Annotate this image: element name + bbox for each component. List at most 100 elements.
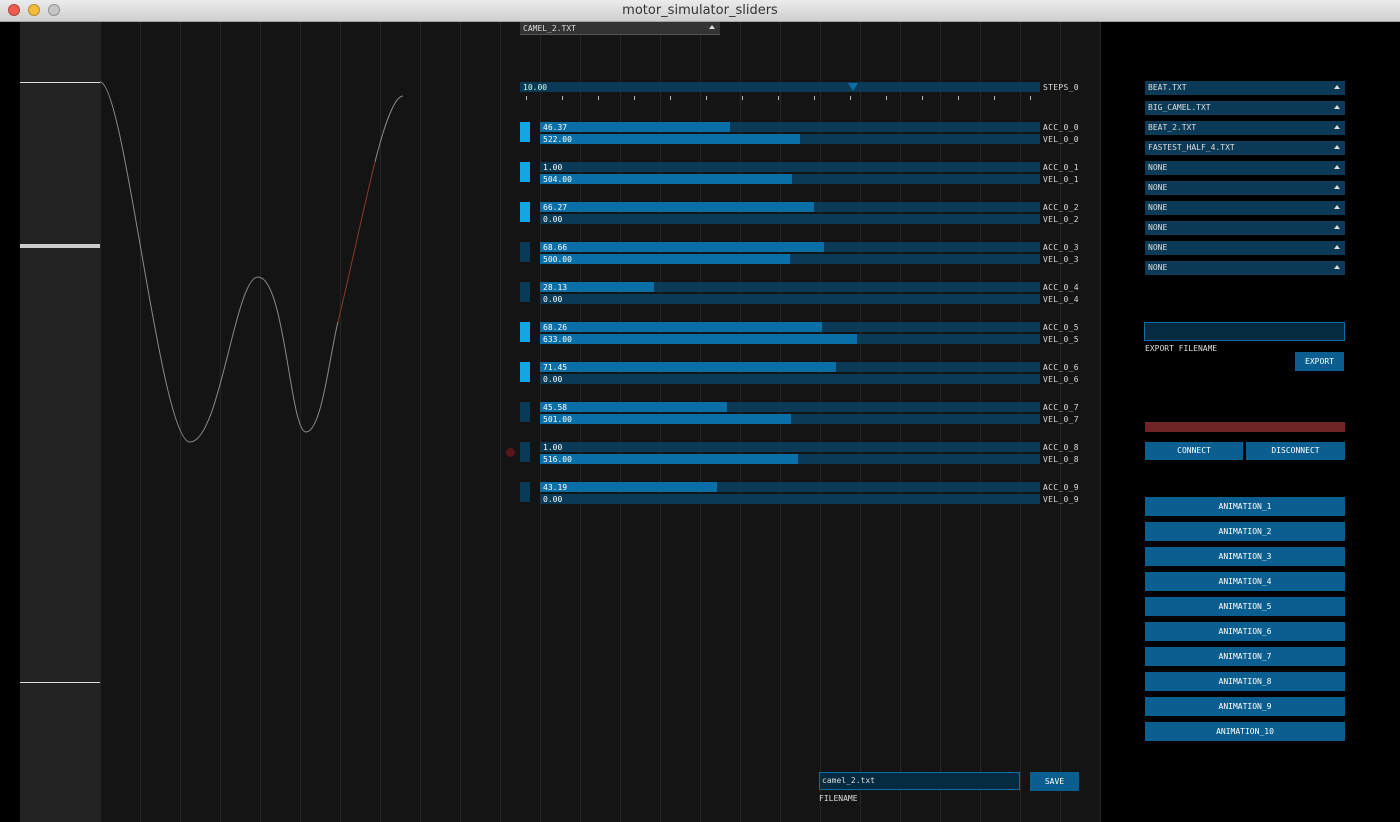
acc-slider-label: ACC_0_7	[1043, 403, 1079, 412]
acc-slider-6[interactable]: 71.45	[540, 362, 1040, 372]
vel-slider-value: 0.00	[543, 295, 563, 304]
acc-slider-1[interactable]: 1.00	[540, 162, 1040, 172]
export-filename-input[interactable]	[1144, 322, 1345, 341]
acc-slider-0[interactable]: 46.37	[540, 122, 1040, 132]
motor-toggle-4[interactable]	[520, 282, 530, 302]
acc-slider-7[interactable]: 45.58	[540, 402, 1040, 412]
acc-slider-fill	[540, 242, 824, 252]
acc-slider-9[interactable]: 43.19	[540, 482, 1040, 492]
animation-button-4[interactable]: ANIMATION_4	[1145, 572, 1345, 591]
acc-slider-4[interactable]: 28.13	[540, 282, 1040, 292]
steps-tick	[886, 96, 887, 100]
file-slot-dropdown-2[interactable]: BEAT_2.TXT	[1145, 121, 1345, 135]
animation-button-2[interactable]: ANIMATION_2	[1145, 522, 1345, 541]
dropdown-arrow-icon	[1334, 165, 1340, 169]
acc-slider-2[interactable]: 66.27	[540, 202, 1040, 212]
vel-slider-value: 0.00	[543, 495, 563, 504]
file-slot-value: NONE	[1148, 243, 1168, 252]
file-slot-value: FASTEST_HALF_4.TXT	[1148, 143, 1235, 152]
acc-slider-label: ACC_0_2	[1043, 203, 1079, 212]
vel-slider-6[interactable]: 0.00	[540, 374, 1040, 384]
vel-slider-value: 501.00	[543, 415, 572, 424]
vel-slider-value: 633.00	[543, 335, 572, 344]
acc-slider-fill	[540, 122, 730, 132]
animation-button-1[interactable]: ANIMATION_1	[1145, 497, 1345, 516]
motor-toggle-9[interactable]	[520, 482, 530, 502]
export-filename-label: EXPORT FILENAME	[1145, 344, 1218, 353]
acc-slider-label: ACC_0_3	[1043, 243, 1079, 252]
filename-input[interactable]: camel_2.txt	[819, 772, 1020, 790]
motor-toggle-5[interactable]	[520, 322, 530, 342]
motor-toggle-0[interactable]	[520, 122, 530, 142]
acc-slider-value: 1.00	[543, 443, 563, 452]
steps-marker-icon[interactable]	[848, 83, 858, 91]
acc-slider-8[interactable]: 1.00	[540, 442, 1040, 452]
disconnect-button[interactable]: DISCONNECT	[1246, 442, 1345, 460]
file-slot-dropdown-3[interactable]: FASTEST_HALF_4.TXT	[1145, 141, 1345, 155]
steps-tick	[670, 96, 671, 100]
acc-slider-value: 66.27	[543, 203, 568, 212]
steps-tick	[814, 96, 815, 100]
vel-slider-3[interactable]: 500.00	[540, 254, 1040, 264]
steps-tick	[526, 96, 527, 100]
vel-slider-value: 500.00	[543, 255, 572, 264]
file-slot-dropdown-9[interactable]: NONE	[1145, 261, 1345, 275]
file-slot-value: BIG_CAMEL.TXT	[1148, 103, 1211, 112]
dropdown-arrow-icon	[1334, 225, 1340, 229]
motor-toggle-1[interactable]	[520, 162, 530, 182]
export-button[interactable]: EXPORT	[1295, 352, 1344, 371]
motor-toggle-7[interactable]	[520, 402, 530, 422]
file-slot-value: NONE	[1148, 263, 1168, 272]
acc-slider-fill	[540, 362, 836, 372]
animation-button-10[interactable]: ANIMATION_10	[1145, 722, 1345, 741]
file-slot-dropdown-6[interactable]: NONE	[1145, 201, 1345, 215]
vel-slider-0[interactable]: 522.00	[540, 134, 1040, 144]
filename-label: FILENAME	[819, 794, 858, 803]
animation-button-5[interactable]: ANIMATION_5	[1145, 597, 1345, 616]
animation-button-6[interactable]: ANIMATION_6	[1145, 622, 1345, 641]
vel-slider-value: 0.00	[543, 215, 563, 224]
animation-button-3[interactable]: ANIMATION_3	[1145, 547, 1345, 566]
animation-button-9[interactable]: ANIMATION_9	[1145, 697, 1345, 716]
app-canvas: CAMEL_2.TXT 10.00 STEPS_0 46.37 ACC_0_0 52…	[0, 22, 1400, 822]
vel-slider-label: VEL_0_9	[1043, 495, 1079, 504]
acc-slider-label: ACC_0_0	[1043, 123, 1079, 132]
vel-slider-4[interactable]: 0.00	[540, 294, 1040, 304]
animation-button-7[interactable]: ANIMATION_7	[1145, 647, 1345, 666]
animation-button-8[interactable]: ANIMATION_8	[1145, 672, 1345, 691]
save-button[interactable]: SAVE	[1030, 772, 1079, 791]
vel-slider-9[interactable]: 0.00	[540, 494, 1040, 504]
steps-tick	[922, 96, 923, 100]
file-slot-dropdown-0[interactable]: BEAT.TXT	[1145, 81, 1345, 95]
file-slot-dropdown-7[interactable]: NONE	[1145, 221, 1345, 235]
acc-slider-3[interactable]: 68.66	[540, 242, 1040, 252]
acc-slider-fill	[540, 402, 727, 412]
vel-slider-5[interactable]: 633.00	[540, 334, 1040, 344]
motor-toggle-8[interactable]	[520, 442, 530, 462]
file-dropdown[interactable]: CAMEL_2.TXT	[520, 22, 720, 35]
motor-toggle-2[interactable]	[520, 202, 530, 222]
vel-slider-7[interactable]: 501.00	[540, 414, 1040, 424]
connect-button[interactable]: CONNECT	[1145, 442, 1243, 460]
vel-slider-fill	[540, 334, 857, 344]
file-dropdown-value: CAMEL_2.TXT	[523, 24, 576, 33]
acc-slider-label: ACC_0_5	[1043, 323, 1079, 332]
vel-slider-fill	[540, 174, 792, 184]
motion-curve	[99, 81, 404, 443]
file-slot-dropdown-8[interactable]: NONE	[1145, 241, 1345, 255]
steps-slider[interactable]: 10.00	[520, 82, 1040, 92]
file-slot-dropdown-5[interactable]: NONE	[1145, 181, 1345, 195]
vel-slider-2[interactable]: 0.00	[540, 214, 1040, 224]
file-slot-dropdown-4[interactable]: NONE	[1145, 161, 1345, 175]
vel-slider-8[interactable]: 516.00	[540, 454, 1040, 464]
vel-slider-value: 0.00	[543, 375, 563, 384]
dropdown-arrow-icon	[1334, 185, 1340, 189]
steps-tick	[706, 96, 707, 100]
vel-slider-1[interactable]: 504.00	[540, 174, 1040, 184]
motor-toggle-6[interactable]	[520, 362, 530, 382]
dropdown-arrow-icon	[1334, 145, 1340, 149]
acc-slider-5[interactable]: 68.26	[540, 322, 1040, 332]
acc-slider-value: 46.37	[543, 123, 568, 132]
motor-toggle-3[interactable]	[520, 242, 530, 262]
file-slot-dropdown-1[interactable]: BIG_CAMEL.TXT	[1145, 101, 1345, 115]
